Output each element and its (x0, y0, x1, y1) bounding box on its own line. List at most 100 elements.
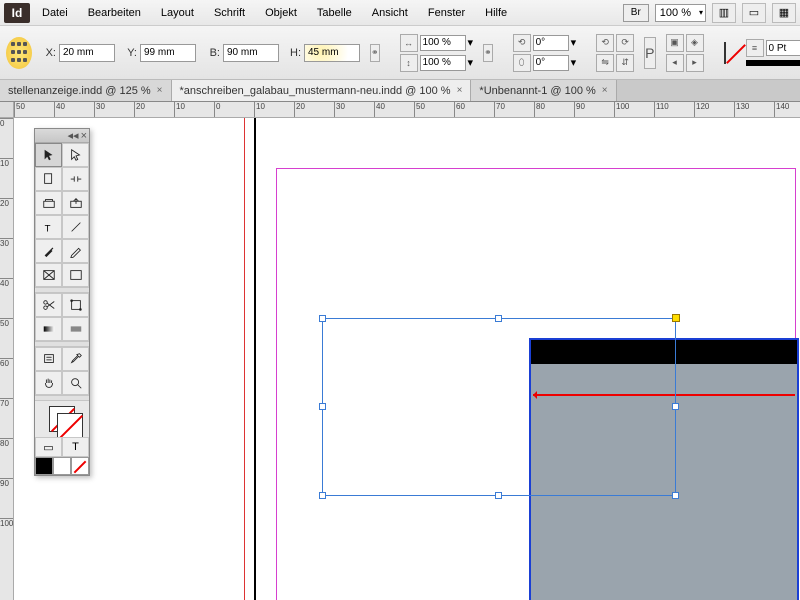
pen-tool[interactable] (35, 239, 62, 263)
close-icon[interactable]: × (457, 85, 463, 96)
arrange-icon[interactable]: ▦ (772, 3, 796, 23)
menu-hilfe[interactable]: Hilfe (477, 3, 515, 23)
zoom-select[interactable]: 100 % (655, 4, 706, 22)
handle-bl[interactable] (319, 492, 326, 499)
rect-frame-tool[interactable] (35, 263, 62, 287)
h-label: H: (287, 47, 301, 59)
free-transform-tool[interactable] (62, 293, 89, 317)
flip-h-icon[interactable]: ⇋ (596, 54, 614, 72)
format-text-icon[interactable]: T (62, 437, 89, 457)
bridge-button[interactable]: Br (623, 4, 649, 22)
rotate-icon: ⟲ (513, 34, 531, 52)
menu-tabelle[interactable]: Tabelle (309, 3, 360, 23)
canvas[interactable]: 90mm 20mm (14, 118, 800, 600)
collapse-icon[interactable]: ◂◂ (68, 129, 79, 142)
scale-y-input[interactable] (420, 55, 466, 71)
apply-color[interactable] (35, 457, 53, 475)
reference-point-icon[interactable] (6, 37, 32, 69)
app-logo: Id (4, 3, 30, 23)
w-input[interactable] (223, 44, 279, 62)
pencil-tool[interactable] (62, 239, 89, 263)
live-corner-icon[interactable] (672, 314, 680, 322)
handle-tm[interactable] (495, 315, 502, 322)
content-collector-tool[interactable] (35, 191, 62, 215)
gap-tool[interactable] (62, 167, 89, 191)
handle-tl[interactable] (319, 315, 326, 322)
direct-selection-tool[interactable] (62, 143, 89, 167)
panel-header[interactable]: ◂◂× (35, 129, 89, 143)
menu-fenster[interactable]: Fenster (420, 3, 473, 23)
close-icon[interactable]: × (157, 85, 163, 96)
w-label: B: (206, 47, 220, 59)
view-options-icon[interactable]: ▥ (712, 3, 736, 23)
tools-panel[interactable]: ◂◂× T ▭ T (34, 128, 90, 476)
menu-objekt[interactable]: Objekt (257, 3, 305, 23)
handle-mr[interactable] (672, 403, 679, 410)
menu-bearbeiten[interactable]: Bearbeiten (80, 3, 149, 23)
stroke-style-select[interactable] (746, 60, 800, 66)
page-tool[interactable] (35, 167, 62, 191)
control-bar: X: Y: B: H: ⚭ ↔▾ ↕▾ ⚭ ⟲▾ ⬯▾ ⟲⟳ ⇋⇵ P ▣◈ ◂… (0, 26, 800, 80)
screen-mode-icon[interactable]: ▭ (742, 3, 766, 23)
handle-ml[interactable] (319, 403, 326, 410)
stroke-weight-icon: ≡ (746, 39, 764, 57)
flip-v-icon[interactable]: ⇵ (616, 54, 634, 72)
menu-ansicht[interactable]: Ansicht (364, 3, 416, 23)
format-container-icon[interactable]: ▭ (35, 437, 62, 457)
apply-none[interactable] (71, 457, 89, 475)
fill-stroke-swatch[interactable] (35, 401, 89, 437)
select-next-icon[interactable]: ▸ (686, 54, 704, 72)
menu-schrift[interactable]: Schrift (206, 3, 253, 23)
eyedropper-tool[interactable] (62, 347, 89, 371)
note-tool[interactable] (35, 347, 62, 371)
rotate-cw-icon[interactable]: ⟳ (616, 34, 634, 52)
constrain-wh-icon[interactable]: ⚭ (370, 44, 380, 62)
content-indicator-icon[interactable]: P (644, 37, 655, 69)
zoom-tool[interactable] (62, 371, 89, 395)
content-placer-tool[interactable] (62, 191, 89, 215)
h-input[interactable] (304, 44, 360, 62)
selection-frame[interactable] (322, 318, 676, 496)
type-tool[interactable]: T (35, 215, 62, 239)
doc-tab-0[interactable]: stellenanzeige.indd @ 125 %× (0, 80, 172, 101)
select-prev-icon[interactable]: ◂ (666, 54, 684, 72)
x-input[interactable] (59, 44, 115, 62)
select-content-icon[interactable]: ◈ (686, 34, 704, 52)
scale-y-icon: ↕ (400, 54, 418, 72)
doc-tab-1[interactable]: *anschreiben_galabau_mustermann-neu.indd… (172, 80, 472, 101)
stroke-color[interactable] (57, 413, 83, 439)
rotate-input[interactable] (533, 35, 569, 51)
doc-tab-2[interactable]: *Unbenannt-1 @ 100 %× (471, 80, 616, 101)
page-edge (254, 118, 256, 600)
svg-text:T: T (44, 223, 50, 234)
menu-layout[interactable]: Layout (153, 3, 202, 23)
menu-bar: Id Datei Bearbeiten Layout Schrift Objek… (0, 0, 800, 26)
constrain-scale-icon[interactable]: ⚭ (483, 44, 493, 62)
apply-color-row (35, 457, 89, 475)
close-icon[interactable]: × (602, 85, 608, 96)
select-container-icon[interactable]: ▣ (666, 34, 684, 52)
gradient-swatch-tool[interactable] (35, 317, 62, 341)
shear-input[interactable] (533, 55, 569, 71)
handle-bm[interactable] (495, 492, 502, 499)
fill-swatch[interactable] (724, 42, 726, 64)
guide-line[interactable] (244, 118, 245, 600)
close-icon[interactable]: × (81, 130, 87, 142)
handle-br[interactable] (672, 492, 679, 499)
apply-gradient[interactable] (53, 457, 71, 475)
x-label: X: (42, 47, 56, 59)
scale-x-input[interactable] (420, 35, 466, 51)
y-input[interactable] (140, 44, 196, 62)
menu-datei[interactable]: Datei (34, 3, 76, 23)
rotate-ccw-icon[interactable]: ⟲ (596, 34, 614, 52)
stroke-weight-input[interactable] (766, 40, 800, 56)
scissors-tool[interactable] (35, 293, 62, 317)
selection-tool[interactable] (35, 143, 62, 167)
ruler-vertical[interactable]: 0102030405060708090100 (0, 118, 14, 600)
ruler-origin[interactable] (0, 102, 14, 118)
ruler-horizontal[interactable]: 5040302010010203040506070809010011012013… (14, 102, 800, 118)
rect-tool[interactable] (62, 263, 89, 287)
line-tool[interactable] (62, 215, 89, 239)
hand-tool[interactable] (35, 371, 62, 395)
gradient-feather-tool[interactable] (62, 317, 89, 341)
